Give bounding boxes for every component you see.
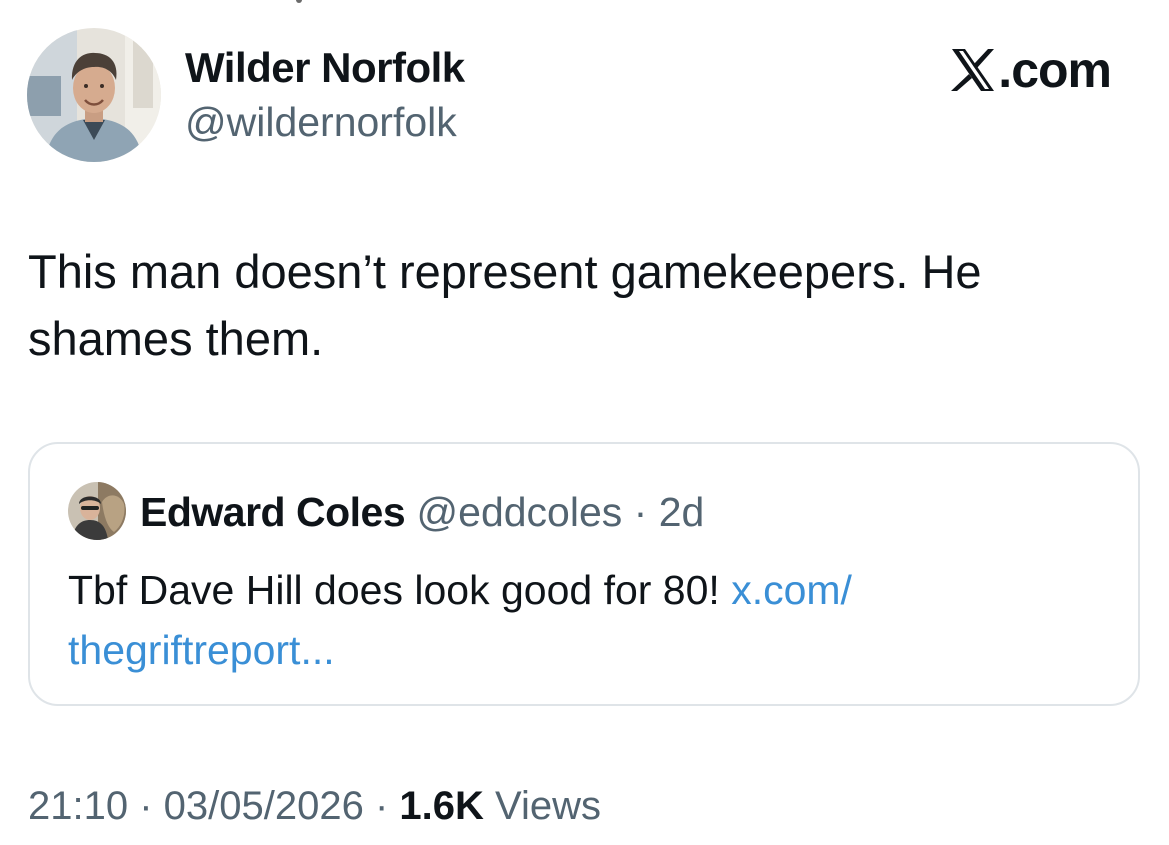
brand-domain-text: .com: [998, 42, 1112, 98]
quoted-author-handle[interactable]: @eddcoles: [417, 489, 623, 535]
quoted-author-avatar-image: [68, 482, 126, 540]
tweet-time[interactable]: 21:10: [28, 784, 128, 828]
tweet-date[interactable]: 03/05/2026: [164, 784, 364, 828]
tweet-text: This man doesn’t represent gamekeepers. …: [28, 245, 982, 365]
top-edge-sliver: [296, 0, 302, 3]
views-count[interactable]: 1.6K: [399, 784, 484, 828]
author-display-name[interactable]: Wilder Norfolk: [185, 44, 465, 92]
quoted-header-separator: ·: [622, 489, 659, 535]
quoted-tweet-text: Tbf Dave Hill does look good for 80! x.c…: [68, 560, 1098, 680]
quoted-author-avatar[interactable]: [68, 482, 126, 540]
author-avatar[interactable]: [27, 28, 161, 162]
quoted-tweet-body: Tbf Dave Hill does look good for 80!: [68, 567, 732, 613]
quoted-author-display-name[interactable]: Edward Coles: [140, 489, 406, 535]
meta-separator: ·: [128, 784, 164, 828]
brand-watermark: .com: [950, 42, 1112, 98]
x-logo-icon: [951, 49, 995, 91]
quoted-tweet-card[interactable]: Edward Coles @eddcoles · 2d Tbf Dave Hil…: [28, 442, 1140, 706]
author-avatar-image: [27, 28, 161, 162]
meta-separator: ·: [363, 784, 400, 828]
views-label: Views: [483, 784, 601, 828]
quoted-tweet-header: Edward Coles @eddcoles · 2d: [140, 488, 704, 536]
author-handle[interactable]: @wildernorfolk: [185, 98, 457, 146]
tweet-metadata: 21:10 · 03/05/2026 · 1.6K Views: [28, 781, 601, 831]
quoted-tweet-time[interactable]: 2d: [659, 489, 705, 535]
